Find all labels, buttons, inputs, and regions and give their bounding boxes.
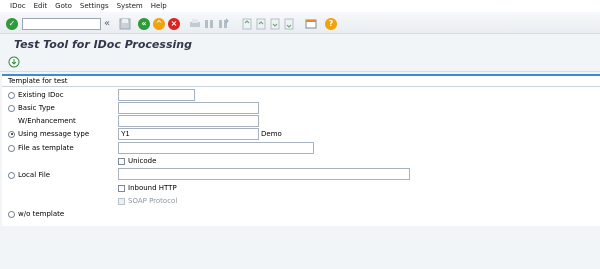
collapse-icon[interactable]: « [104,18,116,30]
check-icon[interactable]: ✓ [6,18,18,30]
w-enhancement-field[interactable] [118,115,259,127]
last-page-icon[interactable] [283,18,295,30]
exit-icon[interactable]: ^ [153,18,165,30]
page-title: Test Tool for IDoc Processing [14,38,192,51]
menu-goto[interactable]: Goto [55,2,72,10]
message-type-description: Demo [261,130,282,138]
menu-system[interactable]: System [117,2,143,10]
execute-icon[interactable] [8,56,20,68]
existing-idoc-radio[interactable] [8,91,15,99]
message-type-description-row: Demo [261,130,282,138]
wo-template-radio[interactable] [8,210,15,218]
file-as-template-option[interactable]: File as template [8,144,74,152]
local-file-radio[interactable] [8,171,15,179]
existing-idoc-field[interactable] [118,89,195,101]
menu-idoc[interactable]: IDoc [10,2,26,10]
standard-toolbar: ✓ « « ^ × ? [0,12,600,34]
inbound-http-checkbox[interactable] [118,184,125,192]
basic-type-radio[interactable] [8,104,15,112]
group-title: Template for test [8,77,68,85]
cancel-icon[interactable]: × [168,18,180,30]
local-file-label: Local File [18,171,51,179]
using-message-type-option[interactable]: Using message type [8,130,89,138]
file-as-template-field[interactable] [118,142,314,154]
new-session-icon[interactable] [305,18,317,30]
first-page-icon[interactable] [241,18,253,30]
w-enhancement-label: W/Enhancement [18,117,76,125]
inbound-http-option[interactable]: Inbound HTTP [118,184,177,192]
command-field[interactable] [22,18,101,30]
using-message-type-label: Using message type [18,130,90,138]
existing-idoc-label: Existing IDoc [18,91,64,99]
file-as-template-label: File as template [18,144,74,152]
soap-protocol-option: SOAP Protocol [118,197,177,205]
help-icon[interactable]: ? [325,18,337,30]
local-file-option[interactable]: Local File [8,171,50,179]
footer-area [0,226,600,269]
basic-type-field[interactable] [118,102,259,114]
save-icon[interactable] [119,18,131,30]
wo-template-label: w/o template [18,210,65,218]
inbound-http-label: Inbound HTTP [128,184,177,192]
title-bar: Test Tool for IDoc Processing [0,34,600,54]
message-type-field[interactable] [118,128,259,140]
local-file-field[interactable] [118,168,410,180]
group-divider [2,86,600,87]
existing-idoc-option[interactable]: Existing IDoc [8,91,64,99]
soap-protocol-label: SOAP Protocol [128,197,178,205]
menu-settings[interactable]: Settings [80,2,109,10]
menu-bar: IDoc Edit Goto Settings System Help [0,0,600,12]
soap-protocol-checkbox [118,197,125,205]
unicode-checkbox[interactable] [118,157,125,165]
menu-edit[interactable]: Edit [34,2,48,10]
menu-help[interactable]: Help [151,2,167,10]
w-enhancement-row: W/Enhancement [18,117,76,125]
unicode-label: Unicode [128,157,157,165]
application-toolbar [0,54,600,72]
find-icon[interactable] [203,18,215,30]
using-message-type-radio[interactable] [8,130,15,138]
basic-type-option[interactable]: Basic Type [8,104,55,112]
prev-page-icon[interactable] [255,18,267,30]
find-next-icon[interactable] [217,18,229,30]
unicode-option[interactable]: Unicode [118,157,156,165]
file-as-template-radio[interactable] [8,144,15,152]
wo-template-option[interactable]: w/o template [8,210,64,218]
basic-type-label: Basic Type [18,104,55,112]
print-icon[interactable] [189,18,201,30]
back-icon[interactable]: « [138,18,150,30]
next-page-icon[interactable] [269,18,281,30]
